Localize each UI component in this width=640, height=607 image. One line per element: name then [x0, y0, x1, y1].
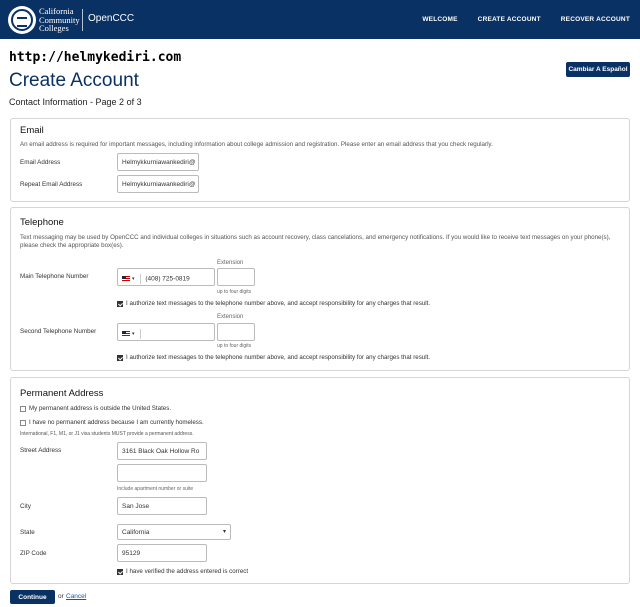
main-authorize-checkbox-row[interactable]: I authorize text messages to the telepho… [117, 300, 430, 307]
telephone-heading: Telephone [20, 217, 64, 228]
zip-code-field[interactable]: 95129 [117, 544, 207, 562]
email-description: An email address is required for importa… [20, 141, 493, 148]
city-label: City [20, 503, 31, 510]
continue-button[interactable]: Continue [10, 590, 55, 604]
street2-hint: Include apartment number or suite [117, 486, 194, 492]
chevron-down-icon[interactable]: ▾ [223, 528, 226, 535]
us-flag-icon[interactable] [122, 276, 130, 282]
address-heading: Permanent Address [20, 388, 104, 399]
repeat-email-label: Repeat Email Address [20, 181, 83, 188]
page-title: Create Account [9, 70, 139, 91]
nav-create-account[interactable]: CREATE ACCOUNT [468, 16, 551, 23]
telephone-description: Text messaging may be used by OpenCCC an… [20, 234, 611, 249]
second-authorize-checkbox-row[interactable]: I authorize text messages to the telepho… [117, 354, 430, 361]
main-authorize-checkbox[interactable] [117, 300, 123, 307]
main-phone-field[interactable]: ▾ (408) 725-0819 [117, 268, 215, 286]
street-address-line2-field[interactable] [117, 464, 207, 482]
main-extension-field[interactable] [217, 268, 255, 286]
state-label: State [20, 529, 35, 536]
nav-welcome[interactable]: WELCOME [412, 16, 467, 23]
address-panel: Permanent Address My permanent address i… [10, 377, 630, 584]
street-address-field[interactable]: 3161 Black Oak Hollow Ro [117, 442, 207, 460]
zip-label: ZIP Code [20, 550, 47, 557]
main-extension-hint: up to four digits [217, 289, 252, 295]
college-seal-logo[interactable] [8, 6, 36, 34]
state-select[interactable]: California ▾ [117, 524, 231, 540]
main-extension-label: Extension [217, 260, 244, 266]
us-flag-icon[interactable] [122, 331, 130, 337]
or-text: or [58, 593, 64, 600]
email-field[interactable]: Helmykkurniawankediri@ [117, 153, 199, 171]
brand-name[interactable]: California Community Colleges [39, 7, 80, 33]
homeless-checkbox-row[interactable]: I have no permanent address because I am… [20, 419, 204, 426]
email-panel: Email An email address is required for i… [10, 118, 630, 202]
second-extension-hint: up to four digits [217, 343, 252, 349]
nav-recover-account[interactable]: RECOVER ACCOUNT [551, 16, 640, 23]
outside-us-checkbox[interactable] [20, 405, 26, 412]
repeat-email-field[interactable]: Helmykkurniawankediri@ [117, 175, 199, 193]
app-name: OpenCCC [88, 13, 135, 24]
visa-note: International, F1, M1, or J1 visa studen… [20, 431, 194, 437]
brand-divider [82, 9, 83, 31]
watermark-text: http://helmykediri.com [9, 50, 182, 65]
page-subtitle: Contact Information - Page 2 of 3 [9, 97, 142, 107]
city-field[interactable]: San Jose [117, 497, 207, 515]
verified-checkbox-row[interactable]: I have verified the address entered is c… [117, 568, 248, 575]
telephone-panel: Telephone Text messaging may be used by … [10, 207, 630, 371]
chevron-down-icon[interactable]: ▾ [132, 276, 135, 282]
chevron-down-icon[interactable]: ▾ [132, 331, 135, 337]
outside-us-checkbox-row[interactable]: My permanent address is outside the Unit… [20, 405, 171, 412]
top-navbar: California Community Colleges OpenCCC WE… [0, 0, 640, 39]
verified-checkbox[interactable] [117, 568, 123, 575]
second-phone-field[interactable]: ▾ [117, 323, 215, 341]
nav-links: WELCOME CREATE ACCOUNT RECOVER ACCOUNT [412, 0, 640, 39]
second-authorize-checkbox[interactable] [117, 354, 123, 361]
email-label: Email Address [20, 159, 61, 166]
main-phone-label: Main Telephone Number [20, 273, 89, 280]
street-label: Street Address [20, 447, 62, 454]
second-extension-field[interactable] [217, 323, 255, 341]
email-heading: Email [20, 125, 44, 136]
second-extension-label: Extension [217, 314, 244, 320]
cancel-link[interactable]: Cancel [66, 593, 86, 600]
homeless-checkbox[interactable] [20, 419, 26, 426]
spanish-language-button[interactable]: Cambiar A Español [566, 62, 630, 77]
second-phone-label: Second Telephone Number [20, 328, 97, 335]
